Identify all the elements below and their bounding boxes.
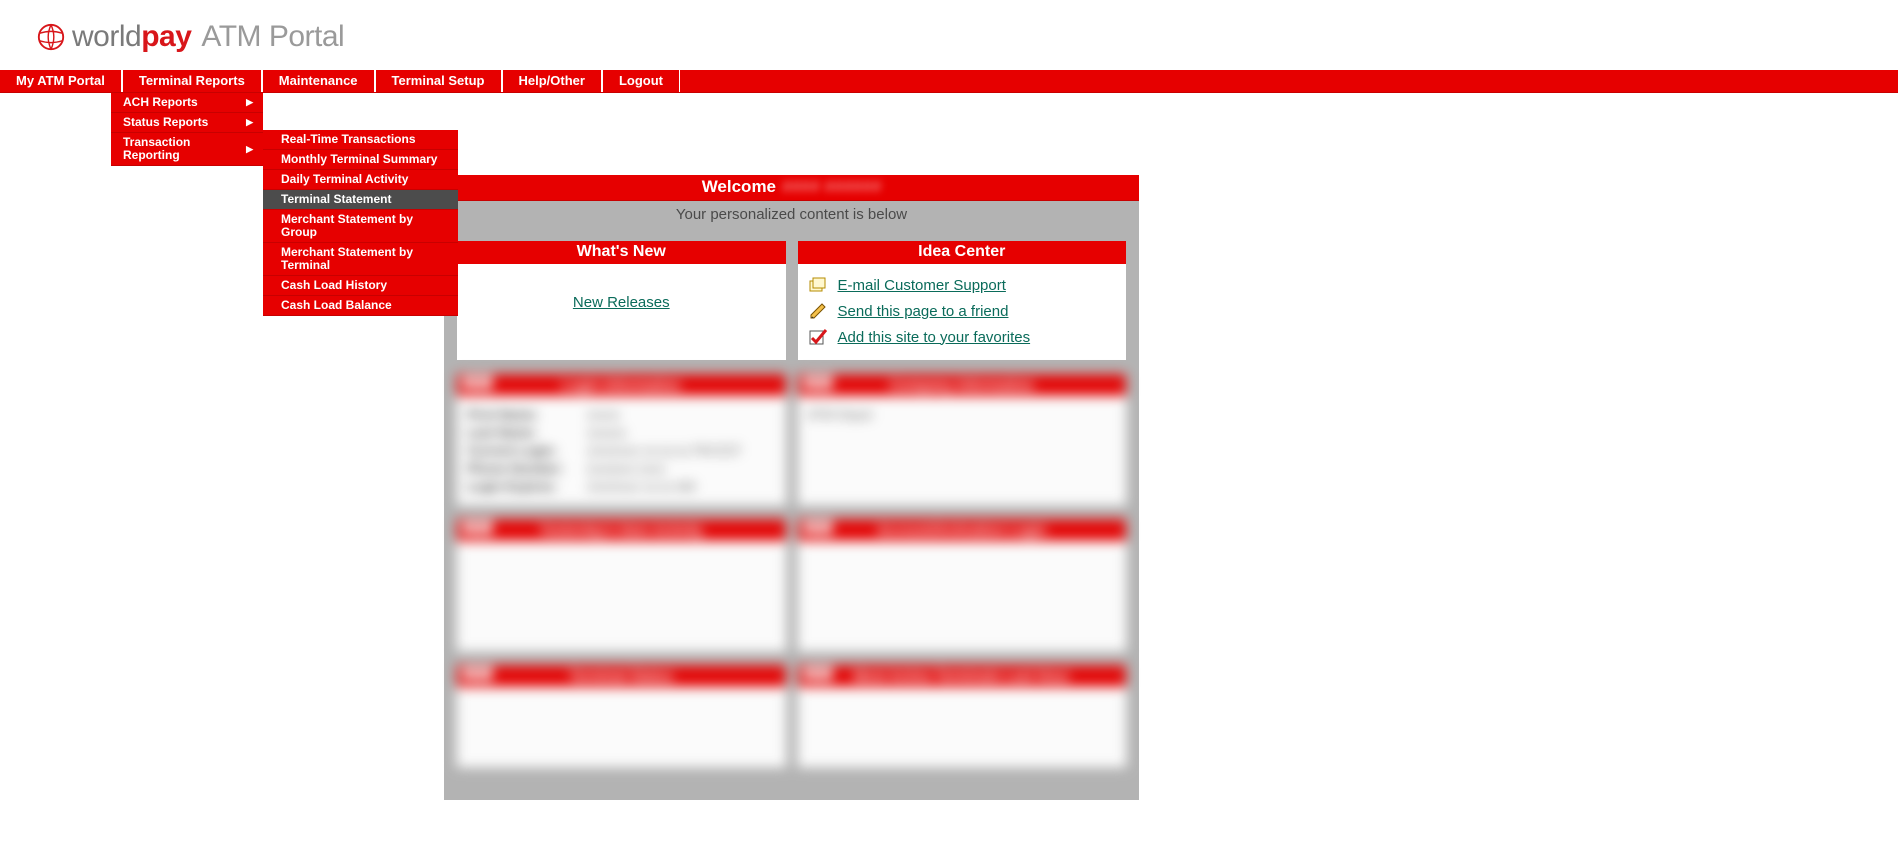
panel-whats-new: What's New New Releases [456,240,787,361]
sm-label: Monthly Terminal Summary [281,153,437,166]
panel-title: Account/Activation Login [877,522,1047,538]
edit-badge[interactable]: Edit [463,521,492,534]
sm-label: Merchant Statement by Terminal [281,246,448,272]
logo-world: world [72,20,141,53]
field-value: xxxxx [587,407,620,422]
panel-title: What's New [457,241,786,264]
nav-logout[interactable]: Logout [602,70,680,92]
brand-header: worldpay ATM Portal [0,0,1898,70]
link-add-favorites[interactable]: Add this site to your favorites [838,329,1031,346]
sm-label: Terminal Statement [281,193,391,206]
dd-status-reports[interactable]: Status Reports ▶ [111,113,263,133]
pencil-icon [808,301,828,321]
link-send-to-friend[interactable]: Send this page to a friend [838,303,1009,320]
sm-merchant-statement-by-group[interactable]: Merchant Statement by Group [263,210,458,243]
panel-login-information: Edit Login Information [457,374,786,396]
panel-company-information: Edit Company Information [798,374,1127,396]
sm-daily-terminal-activity[interactable]: Daily Terminal Activity [263,170,458,190]
field-value: ATM Depot [808,407,1117,422]
sm-cash-load-history[interactable]: Cash Load History [263,276,458,296]
dd-transaction-reporting[interactable]: Transaction Reporting ▶ [111,133,263,166]
nav-maintenance[interactable]: Maintenance [262,70,375,92]
field-label: Phone Number: [467,461,587,476]
panel-terminal-status: Edit Terminal Status [457,665,786,687]
edit-badge[interactable]: Edit [804,667,833,680]
chevron-right-icon: ▶ [246,116,253,129]
panel-title: Terminal Status [569,668,673,684]
mail-stack-icon [808,275,828,295]
logo-pay: pay [141,20,191,53]
brand-title: worldpay ATM Portal [72,20,344,54]
field-label: Last Name: [467,425,587,440]
edit-badge[interactable]: Edit [804,521,833,534]
panel-account-activation-login: Edit Account/Activation Login [798,519,1127,541]
field-value: x/xx/xxxx xx:xx AM [587,479,695,494]
sm-label: Merchant Statement by Group [281,213,448,239]
panel-title: Yesterday's Item Activity [539,522,703,538]
panel-yesterday-activity: Edit Yesterday's Item Activity [457,519,786,541]
field-label: Current Login: [467,443,587,458]
field-value: (xxx)xxx-xxxx [587,461,665,476]
nav-terminal-reports[interactable]: Terminal Reports [122,70,262,92]
field-label: Login Expires: [467,479,587,494]
sm-terminal-statement[interactable]: Terminal Statement [263,190,458,210]
blurred-dashboard-region: Edit Login Information First Name:xxxxx … [456,373,1127,768]
panel-most-active-terminals: Edit Most Active Terminals Last Hour [798,665,1127,687]
dd-ach-reports[interactable]: ACH Reports ▶ [111,93,263,113]
link-email-support[interactable]: E-mail Customer Support [838,277,1006,294]
sm-cash-load-balance[interactable]: Cash Load Balance [263,296,458,316]
dashboard: Welcome #### ###### Your personalized co… [444,175,1139,800]
panel-title: Idea Center [798,241,1127,264]
nav-help-other[interactable]: Help/Other [502,70,602,92]
welcome-bar: Welcome #### ###### [444,175,1139,201]
terminal-reports-dropdown: ACH Reports ▶ Status Reports ▶ Transacti… [111,93,263,166]
welcome-prefix: Welcome [702,177,776,197]
transaction-reporting-submenu: Real-Time Transactions Monthly Terminal … [263,130,458,316]
field-value: x/xx/xxxx xx:xx:xx PM EST [587,443,742,458]
panel-title: Login Information [562,377,681,393]
sm-label: Cash Load Balance [281,299,392,312]
field-value: xxxxxx [587,425,626,440]
worldpay-globe-icon [36,22,66,52]
edit-badge[interactable]: Edit [804,376,833,389]
field-label: First Name: [467,407,587,422]
welcome-user-name: #### ###### [782,177,881,197]
dd-label: Status Reports [123,116,208,129]
chevron-right-icon: ▶ [246,143,253,156]
logo-portal: ATM Portal [201,20,344,53]
link-new-releases[interactable]: New Releases [573,294,670,311]
sm-monthly-terminal-summary[interactable]: Monthly Terminal Summary [263,150,458,170]
panel-title: Most Active Terminals Last Hour [854,668,1070,684]
chevron-right-icon: ▶ [246,96,253,109]
panel-title: Company Information [889,377,1034,393]
sm-label: Cash Load History [281,279,387,292]
subwelcome-text: Your personalized content is below [456,201,1127,229]
sm-real-time-transactions[interactable]: Real-Time Transactions [263,130,458,150]
sm-label: Real-Time Transactions [281,133,416,146]
sm-label: Daily Terminal Activity [281,173,408,186]
dd-label: Transaction Reporting [123,136,246,162]
dd-label: ACH Reports [123,96,198,109]
nav-my-atm-portal[interactable]: My ATM Portal [0,70,122,92]
edit-badge[interactable]: Edit [463,667,492,680]
panel-idea-center: Idea Center E-mail Customer Support [797,240,1128,361]
favorite-check-icon [808,327,828,347]
edit-badge[interactable]: Edit [463,376,492,389]
nav-terminal-setup[interactable]: Terminal Setup [375,70,502,92]
top-nav: My ATM Portal Terminal Reports Maintenan… [0,70,1898,93]
sm-merchant-statement-by-terminal[interactable]: Merchant Statement by Terminal [263,243,458,276]
